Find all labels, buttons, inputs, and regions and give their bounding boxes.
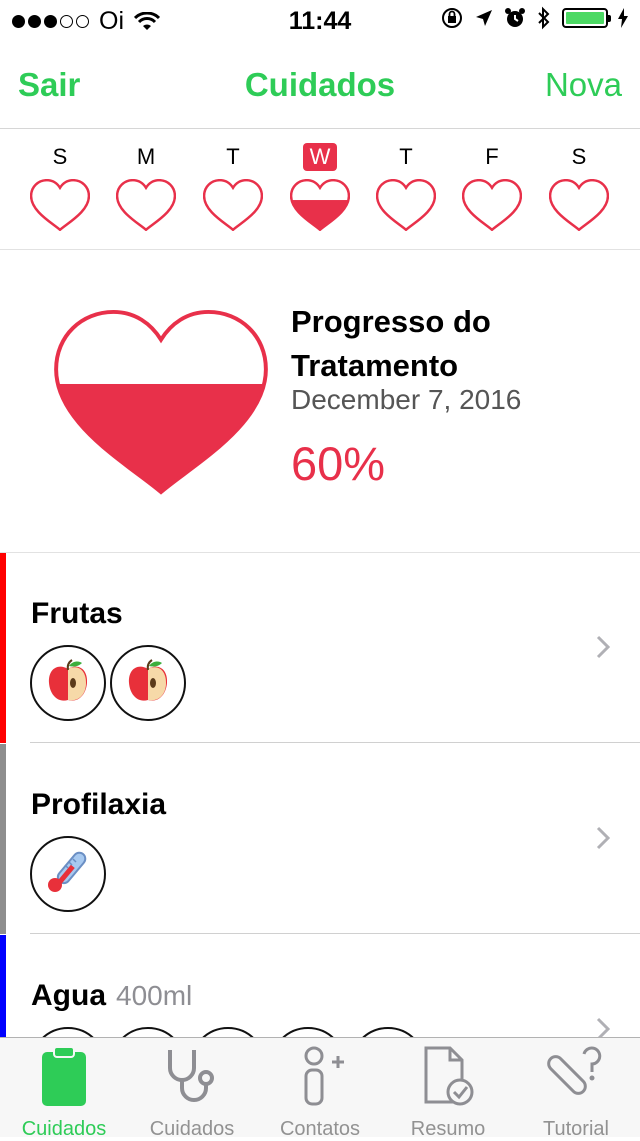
tab-resumo-3[interactable]: Resumo xyxy=(384,1044,512,1140)
care-title-text: Agua xyxy=(31,979,106,1012)
thermometer-icon xyxy=(43,847,93,902)
day-heart-icon xyxy=(30,179,90,231)
tab-cuidados-0[interactable]: Cuidados xyxy=(0,1044,128,1140)
care-row[interactable]: Frutas xyxy=(0,553,640,743)
person-add-icon xyxy=(256,1044,384,1108)
tab-label: Resumo xyxy=(410,1118,486,1140)
care-row[interactable]: Profilaxia xyxy=(0,744,640,934)
day-heart-icon xyxy=(462,179,522,231)
tab-label: Contatos xyxy=(279,1118,361,1140)
week-selector: SMTWTFS xyxy=(0,129,640,250)
tab-tutorial-4[interactable]: Tutorial xyxy=(512,1044,640,1140)
day-2[interactable]: T xyxy=(193,143,273,239)
care-title: Frutas xyxy=(31,597,123,631)
tab-label: Tutorial xyxy=(543,1118,609,1140)
apple-icon xyxy=(124,657,172,710)
day-letter: S xyxy=(52,144,68,169)
care-event-button[interactable] xyxy=(110,645,186,721)
treatment-progress-card: Progresso do Tratamento December 7, 2016… xyxy=(0,250,640,553)
progress-date: December 7, 2016 xyxy=(291,384,522,415)
stethoscope-icon xyxy=(128,1044,256,1108)
day-5[interactable]: F xyxy=(452,143,532,239)
progress-title: Progresso do Tratamento xyxy=(291,304,491,383)
day-letter: F xyxy=(485,144,499,169)
bluetooth-icon xyxy=(538,6,550,30)
tab-bar: Cuidados Cuidados Contatos Resumo Tutorial xyxy=(0,1037,640,1140)
status-bar: Oi 11:44 xyxy=(0,0,640,40)
care-title-text: Frutas xyxy=(31,597,123,630)
tab-cuidados-1[interactable]: Cuidados xyxy=(128,1044,256,1140)
new-button[interactable]: Nova xyxy=(545,66,622,104)
alarm-icon xyxy=(505,8,525,27)
care-title: Profilaxia xyxy=(31,788,166,822)
care-title-text: Profilaxia xyxy=(31,788,167,821)
care-event-button[interactable] xyxy=(30,836,106,912)
chevron-right-icon xyxy=(596,826,610,850)
thermometer-question-icon xyxy=(512,1044,640,1108)
day-letter: M xyxy=(136,144,156,169)
day-letter: T xyxy=(399,144,413,169)
day-0[interactable]: S xyxy=(20,143,100,239)
clipboard-icon xyxy=(0,1044,128,1108)
row-divider xyxy=(30,742,640,743)
day-heart-icon xyxy=(549,179,609,231)
day-letter: S xyxy=(571,144,587,169)
progress-percent: 60% xyxy=(291,437,386,490)
day-3[interactable]: W xyxy=(280,143,360,239)
location-icon xyxy=(476,10,492,26)
day-heart-icon xyxy=(203,179,263,231)
day-heart-icon xyxy=(376,179,436,231)
tab-contatos-2[interactable]: Contatos xyxy=(256,1044,384,1140)
care-title: Agua 400ml xyxy=(31,979,192,1013)
tab-label: Cuidados xyxy=(21,1118,107,1140)
chevron-right-icon xyxy=(596,635,610,659)
battery-icon xyxy=(562,8,611,28)
rotation-lock-icon xyxy=(442,8,462,28)
apple-icon xyxy=(44,657,92,710)
day-heart-icon xyxy=(116,179,176,231)
day-letter: W xyxy=(303,143,337,171)
status-right xyxy=(440,6,628,30)
care-event-button[interactable] xyxy=(30,645,106,721)
day-heart-icon xyxy=(290,179,350,231)
care-event-buttons xyxy=(30,836,110,912)
care-color-bar xyxy=(0,744,6,934)
document-check-icon xyxy=(384,1044,512,1108)
care-event-buttons xyxy=(30,645,190,721)
day-4[interactable]: T xyxy=(366,143,446,239)
tab-label: Cuidados xyxy=(149,1118,235,1140)
care-subtitle: 400ml xyxy=(116,980,193,1011)
day-letter: T xyxy=(226,144,240,169)
row-divider xyxy=(30,933,640,934)
care-color-bar xyxy=(0,553,6,743)
day-6[interactable]: S xyxy=(539,143,619,239)
navigation-bar: Sair Cuidados Nova xyxy=(0,40,640,129)
charging-icon xyxy=(618,8,628,28)
progress-heart-icon xyxy=(54,309,268,495)
exit-button[interactable]: Sair xyxy=(18,66,80,104)
day-1[interactable]: M xyxy=(106,143,186,239)
